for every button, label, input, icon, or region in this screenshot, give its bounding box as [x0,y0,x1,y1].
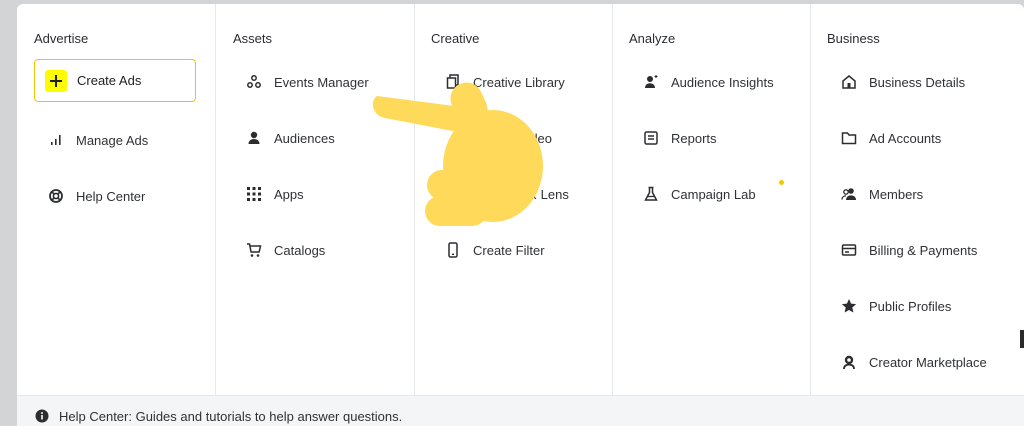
person-sparkle-icon [641,72,661,92]
campaign-lab-item[interactable]: Campaign Lab [641,181,756,207]
catalogs-item[interactable]: Catalogs [244,237,325,263]
creator-marketplace-item[interactable]: Creator Marketplace [839,349,987,375]
nodes-icon [244,72,264,92]
flask-icon [641,184,661,204]
create-filter-label: Create Filter [473,242,545,258]
help-center-label: Help Center [76,188,146,204]
create-ads-label: Create Ads [77,73,142,88]
creative-library-item[interactable]: Creative Library [443,69,565,95]
folder-icon [839,128,859,148]
home-icon [839,72,859,92]
apps-label: Apps [274,186,304,202]
ar-lens-icon [443,184,463,204]
new-badge-dot [779,180,784,185]
manage-ads-label: Manage Ads [76,132,149,148]
events-manager-item[interactable]: Events Manager [244,69,369,95]
help-footer-content: Help Center: Guides and tutorials to hel… [35,405,402,426]
audience-insights-item[interactable]: Audience Insights [641,69,774,95]
plus-icon [45,69,67,92]
creator-icon [839,352,859,372]
billing-payments-label: Billing & Payments [869,242,978,258]
navigation-menu-panel: Advertise Create Ads Manage Ads Help Cen… [17,4,1024,426]
help-center-item[interactable]: Help Center [46,183,145,209]
window-edge-marker [1020,330,1024,348]
lifebuoy-icon [46,186,66,206]
create-filter-item[interactable]: Create Filter [443,237,545,263]
column-analyze: Analyze Audience Insights Reports Campai… [612,4,811,395]
cart-icon [244,240,264,260]
grid-icon [244,184,264,204]
reports-label: Reports [671,130,717,146]
star-icon [839,296,859,316]
help-footer: Help Center: Guides and tutorials to hel… [17,395,1024,426]
ad-accounts-item[interactable]: Ad Accounts [839,125,941,151]
billing-payments-item[interactable]: Billing & Payments [839,237,977,263]
audiences-item[interactable]: Audiences [244,125,335,151]
audience-insights-label: Audience Insights [671,74,774,90]
reports-item[interactable]: Reports [641,125,717,151]
stack-icon [443,72,463,92]
video-label: Video [519,130,553,146]
creative-library-label: Creative Library [473,74,565,90]
card-icon [839,240,859,260]
column-header-advertise: Advertise [34,31,89,46]
public-profiles-label: Public Profiles [869,298,952,314]
column-advertise: Advertise Create Ads Manage Ads Help Cen… [17,4,216,395]
create-ads-button[interactable]: Create Ads [34,59,196,102]
document-icon [641,128,661,148]
column-business: Business Business Details Ad Accounts Me… [810,4,1024,395]
ar-lens-item[interactable]: AR Lens [443,181,569,207]
column-assets: Assets Events Manager Audiences Apps Cat… [215,4,415,395]
menu-columns: Advertise Create Ads Manage Ads Help Cen… [17,4,1024,395]
apps-item[interactable]: Apps [244,181,304,207]
business-details-item[interactable]: Business Details [839,69,965,95]
column-header-business: Business [827,31,880,46]
column-creative: Creative Creative Library Video AR Lens … [414,4,613,395]
column-header-assets: Assets [233,31,273,46]
person-icon [244,128,264,148]
events-manager-label: Events Manager [274,74,369,90]
video-item[interactable]: Video [443,125,552,151]
bar-chart-icon [46,130,66,150]
manage-ads-item[interactable]: Manage Ads [46,127,148,153]
catalogs-label: Catalogs [274,242,326,258]
ar-lens-label: AR Lens [519,186,569,202]
ad-accounts-label: Ad Accounts [869,130,942,146]
column-header-creative: Creative [431,31,480,46]
business-details-label: Business Details [869,74,966,90]
phone-icon [443,240,463,260]
help-footer-text: Help Center: Guides and tutorials to hel… [59,408,403,424]
members-label: Members [869,186,924,202]
public-profiles-item[interactable]: Public Profiles [839,293,951,319]
people-icon [839,184,859,204]
members-item[interactable]: Members [839,181,923,207]
column-header-analyze: Analyze [629,31,676,46]
creator-marketplace-label: Creator Marketplace [869,354,987,370]
audiences-label: Audiences [274,130,335,146]
info-icon [35,409,49,423]
video-icon [443,128,463,148]
campaign-lab-label: Campaign Lab [671,186,756,202]
